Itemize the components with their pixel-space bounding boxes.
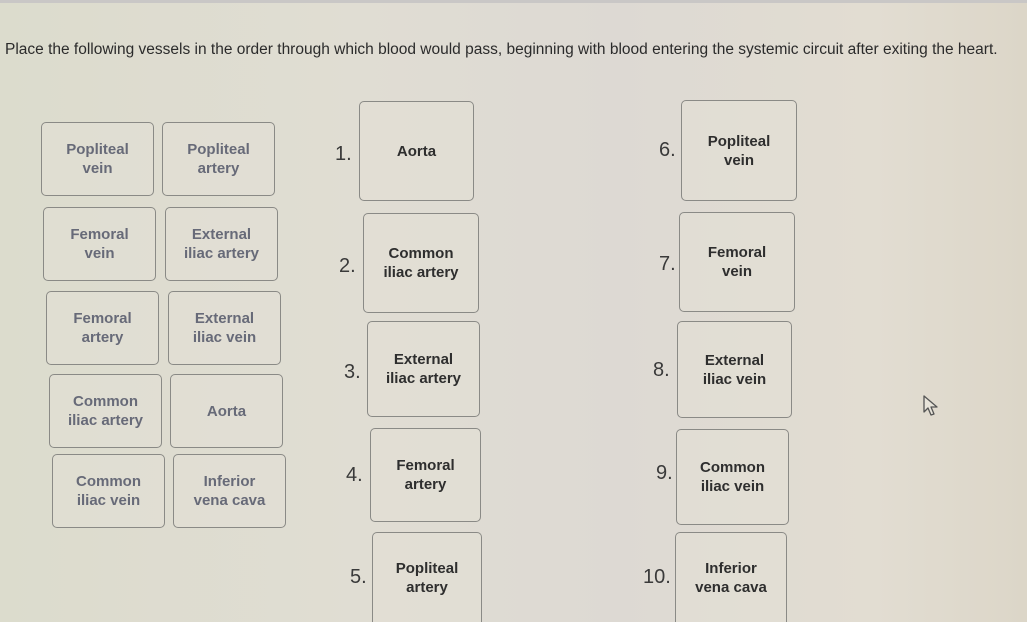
slot-answer: Inferior vena cava (695, 559, 767, 596)
slot-answer: Popliteal artery (395, 559, 459, 596)
drop-slot-7[interactable]: Femoral vein (679, 212, 795, 312)
drop-slot-6[interactable]: Popliteal vein (681, 100, 797, 201)
bank-item-label: Popliteal artery (187, 141, 250, 177)
bank-item-external-iliac-vein[interactable]: External iliac vein (168, 291, 281, 365)
bank-item-inferior-vena-cava[interactable]: Inferior vena cava (173, 454, 286, 528)
slot-answer: Common iliac vein (700, 459, 765, 495)
drop-slot-9[interactable]: Common iliac vein (676, 429, 789, 525)
drop-slot-10[interactable]: Inferior vena cava (675, 532, 787, 622)
slot-answer: Common iliac artery (383, 245, 459, 281)
drop-slot-8[interactable]: External iliac vein (677, 321, 792, 418)
slot-answer: External iliac artery (385, 351, 462, 387)
mouse-pointer-icon (923, 395, 938, 416)
slot-number: 4. (346, 464, 363, 486)
slot-answer: Femoral artery (396, 457, 455, 493)
top-border (0, 0, 1027, 3)
bank-item-femoral-vein[interactable]: Femoral vein (43, 207, 156, 281)
bank-item-label: External iliac vein (192, 310, 257, 346)
drop-slot-1[interactable]: Aorta (359, 101, 474, 201)
slot-answer: External iliac vein (702, 351, 767, 388)
bank-item-label: Popliteal vein (66, 141, 129, 177)
bank-item-label: Inferior vena cava (193, 473, 266, 509)
slot-number: 8. (653, 359, 670, 381)
question-prompt: Place the following vessels in the order… (5, 41, 998, 58)
slot-answer: Aorta (396, 142, 437, 160)
drop-slot-5[interactable]: Popliteal artery (372, 532, 482, 622)
slot-number: 9. (656, 462, 673, 484)
bank-item-label: Femoral vein (70, 226, 129, 262)
drop-slot-2[interactable]: Common iliac artery (363, 213, 479, 313)
bank-item-common-iliac-vein[interactable]: Common iliac vein (52, 454, 165, 528)
bank-item-label: Common iliac artery (67, 393, 144, 429)
bank-item-femoral-artery[interactable]: Femoral artery (46, 291, 159, 365)
slot-number: 1. (335, 143, 352, 165)
bank-item-label: Common iliac vein (76, 473, 141, 509)
slot-number: 6. (659, 139, 676, 161)
bank-item-aorta[interactable]: Aorta (170, 374, 283, 448)
bank-item-external-iliac-artery[interactable]: External iliac artery (165, 207, 278, 281)
slot-answer: Femoral vein (707, 244, 767, 280)
slot-number: 7. (659, 253, 676, 275)
drop-slot-3[interactable]: External iliac artery (367, 321, 480, 417)
bank-item-popliteal-artery[interactable]: Popliteal artery (162, 122, 275, 196)
slot-answer: Popliteal vein (707, 132, 771, 169)
slot-number: 2. (339, 255, 356, 277)
bank-item-popliteal-vein[interactable]: Popliteal vein (41, 122, 154, 196)
bank-item-common-iliac-artery[interactable]: Common iliac artery (49, 374, 162, 448)
drop-slot-4[interactable]: Femoral artery (370, 428, 481, 522)
bank-item-label: External iliac artery (183, 226, 260, 262)
slot-number: 5. (350, 566, 367, 588)
slot-number: 3. (344, 361, 361, 383)
bank-item-label: Femoral artery (73, 310, 132, 346)
slot-number: 10. (643, 566, 671, 588)
bank-item-label: Aorta (206, 402, 247, 420)
